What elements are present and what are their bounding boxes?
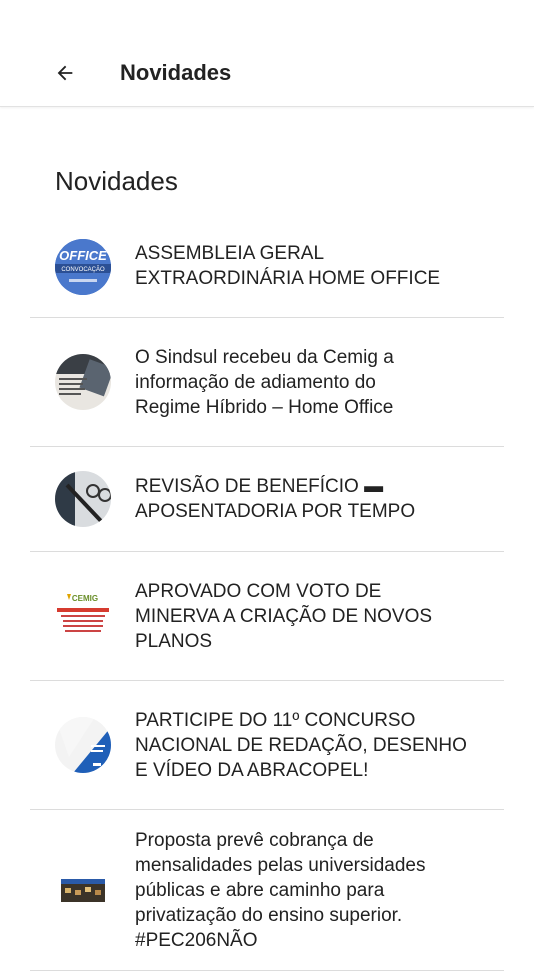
news-item[interactable]: O Sindsul recebeu da Cemig a informação …: [30, 318, 504, 447]
thumb-cemig-text: CEMIG: [72, 594, 98, 603]
news-thumbnail: OFFICE CONVOCAÇÃO: [55, 239, 111, 295]
news-item-title: O Sindsul recebeu da Cemig a informação …: [135, 346, 394, 418]
news-item-title: ASSEMBLEIA GERAL EXTRAORDINÁRIA HOME OFF…: [135, 243, 441, 289]
news-item[interactable]: Proposta prevê cobrança de mensalidades …: [30, 810, 504, 971]
news-item-title: PARTICIPE DO 11º CONCURSO NACIONAL DE RE…: [135, 709, 467, 781]
arrow-left-icon: [57, 65, 73, 81]
news-list: OFFICE CONVOCAÇÃO ASSEMBLEIA GERAL EXTRA…: [0, 215, 534, 971]
news-thumbnail: [55, 471, 111, 527]
news-item[interactable]: CEMIG APROVADO COM VOTO DE MINERVA A CRI…: [30, 552, 504, 681]
news-thumbnail: [55, 862, 111, 918]
news-thumbnail: [55, 717, 111, 773]
section-title: Novidades: [55, 166, 178, 196]
back-button[interactable]: [48, 56, 82, 90]
news-item-title: REVISÃO DE BENEFÍCIO ▬ APOSENTADORIA POR…: [135, 476, 416, 522]
app-bar-title: Novidades: [120, 60, 232, 85]
thumb-office-text: OFFICE: [59, 248, 107, 263]
news-item[interactable]: OFFICE CONVOCAÇÃO ASSEMBLEIA GERAL EXTRA…: [30, 215, 504, 318]
news-item-title: Proposta prevê cobrança de mensalidades …: [135, 829, 426, 951]
thumb-convocacao-text: CONVOCAÇÃO: [61, 266, 105, 273]
news-thumbnail: CEMIG: [55, 588, 111, 644]
app-bar: Novidades: [0, 0, 534, 107]
news-item[interactable]: REVISÃO DE BENEFÍCIO ▬ APOSENTADORIA POR…: [30, 447, 504, 552]
news-thumbnail: [55, 354, 111, 410]
news-item[interactable]: PARTICIPE DO 11º CONCURSO NACIONAL DE RE…: [30, 681, 504, 810]
news-item-title: APROVADO COM VOTO DE MINERVA A CRIAÇÃO D…: [135, 580, 433, 652]
